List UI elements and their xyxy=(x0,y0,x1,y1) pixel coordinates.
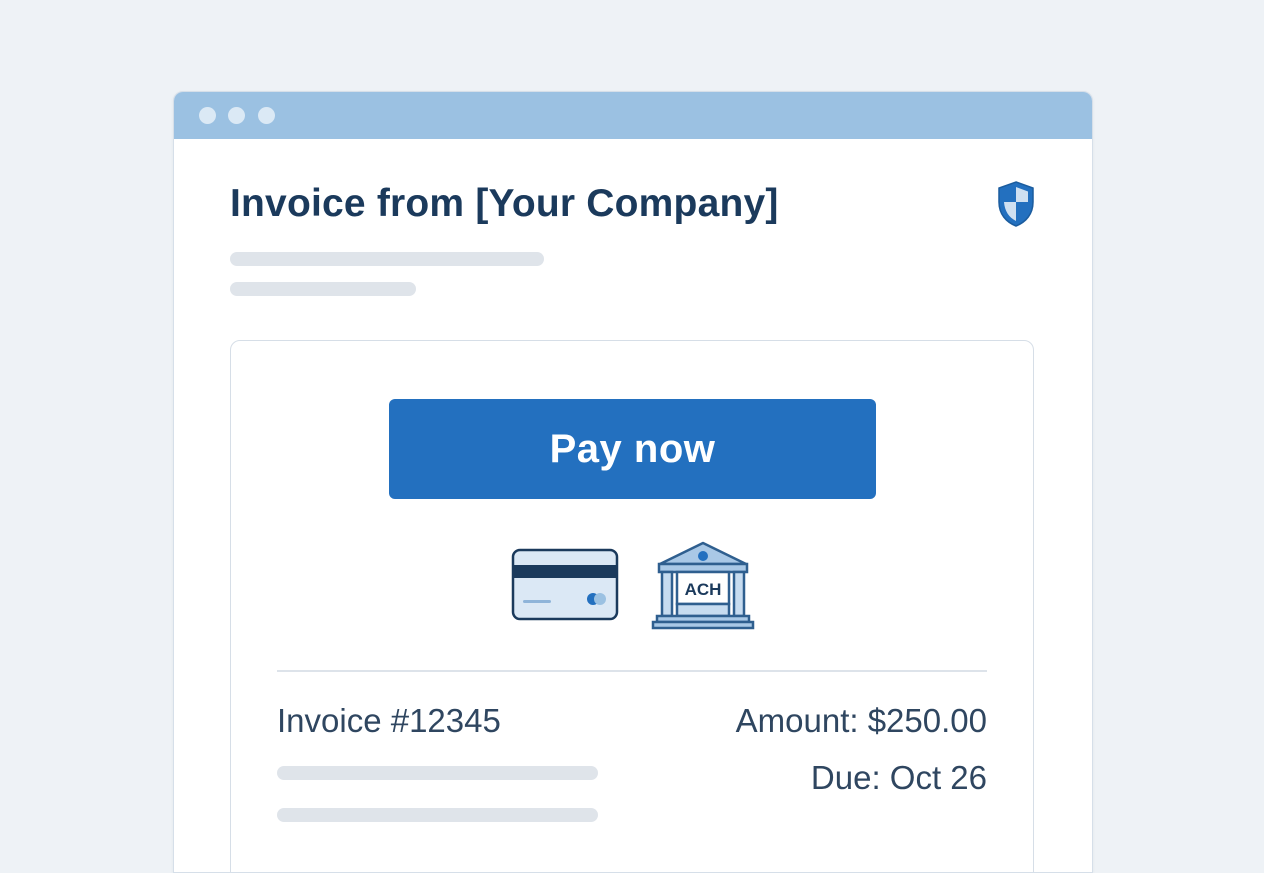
invoice-amount: Amount: $250.00 xyxy=(735,702,987,739)
invoice-due-date: Due: Oct 26 xyxy=(810,759,987,796)
invoice-heading: Invoice from [Your Company] xyxy=(230,182,779,225)
window-close-dot[interactable] xyxy=(199,107,216,124)
bank-icon[interactable]: ACH xyxy=(651,540,755,630)
placeholder-line xyxy=(230,252,544,266)
window-minimize-dot[interactable] xyxy=(228,107,245,124)
placeholder-line xyxy=(277,766,598,780)
credit-card-icon[interactable] xyxy=(511,548,619,621)
pay-now-button[interactable]: Pay now xyxy=(389,399,876,499)
shield-icon xyxy=(998,181,1034,227)
placeholder-line xyxy=(230,282,416,296)
window-titlebar xyxy=(174,92,1092,139)
email-window: Invoice from [Your Company] Pay now ACH xyxy=(173,91,1093,873)
placeholder-line xyxy=(277,808,598,822)
divider xyxy=(277,670,987,672)
payment-card: Pay now ACH Invoice #12345 Amount: $250.… xyxy=(230,340,1034,872)
window-maximize-dot[interactable] xyxy=(258,107,275,124)
invoice-number: Invoice #12345 xyxy=(277,702,501,739)
ach-label: ACH xyxy=(685,580,722,599)
